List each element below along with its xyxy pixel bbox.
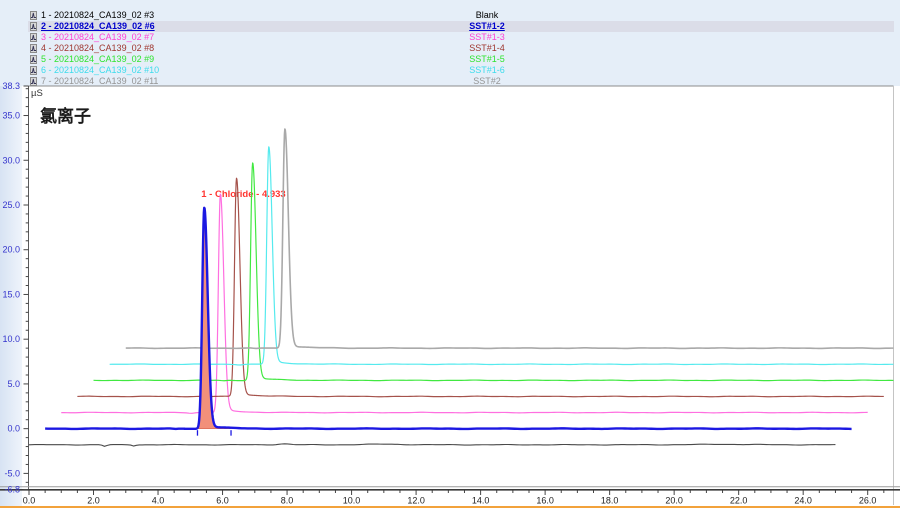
chromatogram-icon xyxy=(30,66,37,75)
chromatogram-plot[interactable] xyxy=(29,86,893,489)
svg-text:-5.0: -5.0 xyxy=(4,468,20,478)
svg-text:20.0: 20.0 xyxy=(665,496,683,506)
svg-text:15.0: 15.0 xyxy=(2,289,20,299)
svg-text:6.0: 6.0 xyxy=(216,496,229,506)
svg-text:26.0: 26.0 xyxy=(859,496,877,506)
y-axis-strip xyxy=(0,86,22,507)
sample-name-label: SST#1-2 xyxy=(419,21,555,32)
injection-label: 4 - 20210824_CA139_02 #8 xyxy=(41,43,154,54)
svg-text:12.0: 12.0 xyxy=(407,496,425,506)
svg-text:0.0: 0.0 xyxy=(7,424,20,434)
chromatogram-icon xyxy=(30,44,37,53)
svg-text:35.0: 35.0 xyxy=(2,111,20,121)
svg-text:25.0: 25.0 xyxy=(2,200,20,210)
pane-bottom-border xyxy=(0,506,900,508)
svg-text:10.0: 10.0 xyxy=(2,334,20,344)
legend-row-4[interactable]: 4 - 20210824_CA139_02 #8 SST#1-4 xyxy=(28,43,894,54)
injection-label: 1 - 20210824_CA139_02 #3 xyxy=(41,10,154,21)
chromatogram-icon xyxy=(30,33,37,42)
chromatogram-icon xyxy=(30,22,37,31)
sample-name-label: SST#1-5 xyxy=(419,54,555,65)
chromatogram-icon xyxy=(30,77,37,86)
svg-text:20.0: 20.0 xyxy=(2,245,20,255)
svg-text:4.0: 4.0 xyxy=(152,496,165,506)
svg-text:-6.8: -6.8 xyxy=(4,485,20,495)
sample-name-label: SST#1-3 xyxy=(419,32,555,43)
chromatogram-icon xyxy=(30,11,37,20)
sample-name-label: SST#1-6 xyxy=(419,65,555,76)
svg-text:0.0: 0.0 xyxy=(23,496,36,506)
sample-name-label: Blank xyxy=(419,10,555,21)
sample-name-label: SST#2 xyxy=(419,76,555,87)
svg-text:24.0: 24.0 xyxy=(794,496,812,506)
legend-row-1[interactable]: 1 - 20210824_CA139_02 #3 Blank xyxy=(28,10,894,21)
svg-text:16.0: 16.0 xyxy=(536,496,554,506)
injection-legend-panel: 1 - 20210824_CA139_02 #3Blank2 - 2021082… xyxy=(0,0,900,86)
legend-row-6[interactable]: 6 - 20210824_CA139_02 #10 SST#1-6 xyxy=(28,65,894,76)
legend-row-3[interactable]: 3 - 20210824_CA139_02 #7 SST#1-3 xyxy=(28,32,894,43)
svg-text:18.0: 18.0 xyxy=(601,496,619,506)
sample-name-label: SST#1-4 xyxy=(419,43,555,54)
svg-text:5.0: 5.0 xyxy=(7,379,20,389)
injection-label: 3 - 20210824_CA139_02 #7 xyxy=(41,32,154,43)
injection-label: 7 - 20210824_CA139_02 #11 xyxy=(41,76,158,87)
injection-label: 6 - 20210824_CA139_02 #10 xyxy=(41,65,159,76)
svg-text:22.0: 22.0 xyxy=(730,496,748,506)
svg-text:14.0: 14.0 xyxy=(472,496,490,506)
svg-text:30.0: 30.0 xyxy=(2,155,20,165)
legend-row-5[interactable]: 5 - 20210824_CA139_02 #9 SST#1-5 xyxy=(28,54,894,65)
svg-text:8.0: 8.0 xyxy=(281,496,294,506)
chromatogram-icon xyxy=(30,55,37,64)
injection-label: 2 - 20210824_CA139_02 #6 xyxy=(41,21,155,32)
legend-row-2[interactable]: 2 - 20210824_CA139_02 #6 SST#1-2 xyxy=(28,21,894,32)
legend-row-7[interactable]: 7 - 20210824_CA139_02 #11 SST#2 xyxy=(28,76,894,87)
injection-label: 5 - 20210824_CA139_02 #9 xyxy=(41,54,154,65)
svg-text:10.0: 10.0 xyxy=(343,496,361,506)
chromatography-viewer-window: 1 - 20210824_CA139_02 #3Blank2 - 2021082… xyxy=(0,0,900,517)
svg-text:2.0: 2.0 xyxy=(87,496,100,506)
